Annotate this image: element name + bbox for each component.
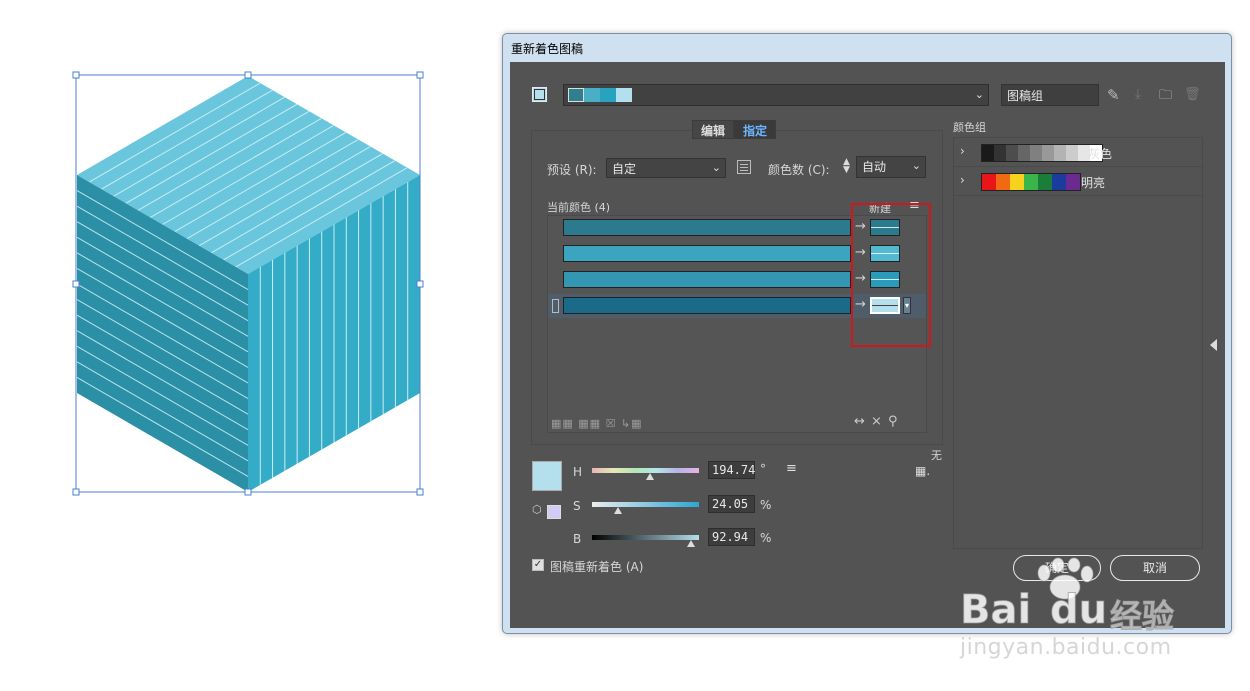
tab-assign[interactable]: 指定 <box>734 120 777 139</box>
chevron-down-icon: ⌄ <box>711 161 721 174</box>
dialog-body: ⌄ 图稿组 ✎ ⤓ 🗀 🗑 编辑 指定 预设 (R): 自定 ⌄ 颜色数 (C)… <box>510 62 1225 628</box>
mode-tabs: 编辑 指定 <box>692 120 777 139</box>
brightness-value-field[interactable]: 92.94 <box>708 528 755 546</box>
brightness-unit: % <box>760 531 772 545</box>
merge-separate-icons[interactable]: ▦▦ ▦▦ ☒ ↳▦ <box>551 417 643 430</box>
cancel-button[interactable]: 取消 <box>1110 555 1200 581</box>
watermark-url: jingyan.baidu.com <box>960 635 1172 660</box>
color-group-row[interactable]: › 灰色 <box>954 138 1202 167</box>
saturation-unit: % <box>760 498 772 512</box>
eyedropper-icon[interactable]: ✎ <box>1107 86 1120 104</box>
save-group-icon[interactable]: ⤓ <box>1135 87 1141 102</box>
color-group-name: 明亮 <box>1081 176 1106 190</box>
fill-stroke-swatch[interactable] <box>547 505 561 519</box>
randomize-icons[interactable]: ↔ ⨯ ⚲ <box>854 414 899 429</box>
harmony-colors-dropdown[interactable]: ⌄ <box>563 84 989 106</box>
watermark-brand: Bai <box>959 587 1032 634</box>
color-count-label: 颜色数 (C): <box>768 163 830 177</box>
brightness-label: B <box>573 532 582 546</box>
color-group-swatches[interactable] <box>981 173 1081 191</box>
highlight-box <box>851 203 931 347</box>
chevron-down-icon: ⌄ <box>911 159 921 172</box>
color-count-value: 自动 <box>862 160 887 174</box>
color-group-swatches[interactable] <box>981 144 1103 162</box>
color-groups-label: 颜色组 <box>953 121 986 134</box>
active-color-swatch[interactable] <box>532 87 547 102</box>
collapse-arrow-icon[interactable] <box>1210 339 1217 351</box>
chevron-right-icon[interactable]: › <box>960 173 965 187</box>
saturation-slider-knob[interactable] <box>613 507 622 514</box>
saturation-value-field[interactable]: 24.05 <box>708 495 755 513</box>
chevron-down-icon: ⌄ <box>974 88 984 101</box>
saturation-label: S <box>573 499 581 513</box>
preset-dropdown[interactable]: 自定 ⌄ <box>606 158 726 178</box>
hue-value-field[interactable]: 194.74 <box>708 461 755 479</box>
preset-value: 自定 <box>612 162 637 176</box>
harmony-chip <box>584 88 600 102</box>
baidu-watermark: Bai du 经验 jingyan.baidu.com <box>959 557 1230 675</box>
list-icon[interactable]: ▦. <box>915 464 930 478</box>
tab-edit[interactable]: 编辑 <box>692 120 735 139</box>
trash-icon[interactable]: 🗑 <box>1184 87 1201 102</box>
current-color-bar[interactable] <box>563 245 851 262</box>
saturation-slider[interactable] <box>592 502 699 507</box>
cube-icon[interactable]: ⬡ <box>532 503 542 516</box>
brightness-slider[interactable] <box>592 535 699 540</box>
recolor-artwork-dialog: 重新着色图稿 ⌄ 图稿组 ✎ ⤓ 🗀 🗑 编辑 指定 预设 (R): 自定 ⌄ <box>502 33 1232 634</box>
hsb-menu-icon[interactable]: ≡ <box>786 461 797 476</box>
current-color-bar[interactable] <box>563 219 851 236</box>
brightness-slider-knob[interactable] <box>687 540 696 547</box>
folder-icon[interactable]: 🗀 <box>1159 86 1172 108</box>
harmony-chip <box>568 88 584 102</box>
hue-slider-knob[interactable] <box>645 473 654 480</box>
current-colors-label: 当前颜色 (4) <box>547 201 611 214</box>
dialog-title: 重新着色图稿 <box>511 42 584 56</box>
artwork-group-name-field[interactable]: 图稿组 <box>1001 84 1099 106</box>
none-label: 无 <box>931 449 942 462</box>
recolor-artwork-label: 图稿重新着色 (A) <box>550 560 644 574</box>
harmony-chip <box>600 88 616 102</box>
watermark-cn: 经验 <box>1109 597 1175 636</box>
color-count-stepper[interactable]: ▲ ▼ <box>843 158 850 175</box>
row-drag-handle[interactable] <box>552 299 559 313</box>
chevron-right-icon[interactable]: › <box>960 144 965 158</box>
color-reduction-options-icon[interactable] <box>737 160 751 174</box>
current-color-bar[interactable] <box>563 297 851 314</box>
recolor-artwork-checkbox[interactable]: ✓ <box>532 559 544 571</box>
watermark-brand2: du <box>1049 587 1108 634</box>
color-group-row[interactable]: › 明亮 <box>954 167 1202 196</box>
artwork-canvas <box>72 71 424 496</box>
current-color-bar[interactable] <box>563 271 851 288</box>
harmony-chip <box>616 88 632 102</box>
color-preview-swatch[interactable] <box>532 461 562 491</box>
color-group-name: 灰色 <box>1088 147 1113 161</box>
hue-label: H <box>573 465 583 479</box>
color-groups-panel: › 灰色 › 明亮 <box>953 137 1203 549</box>
hue-unit: ° <box>760 462 766 476</box>
preset-label: 预设 (R): <box>547 163 597 177</box>
color-count-dropdown[interactable]: 自动 ⌄ <box>856 156 926 178</box>
